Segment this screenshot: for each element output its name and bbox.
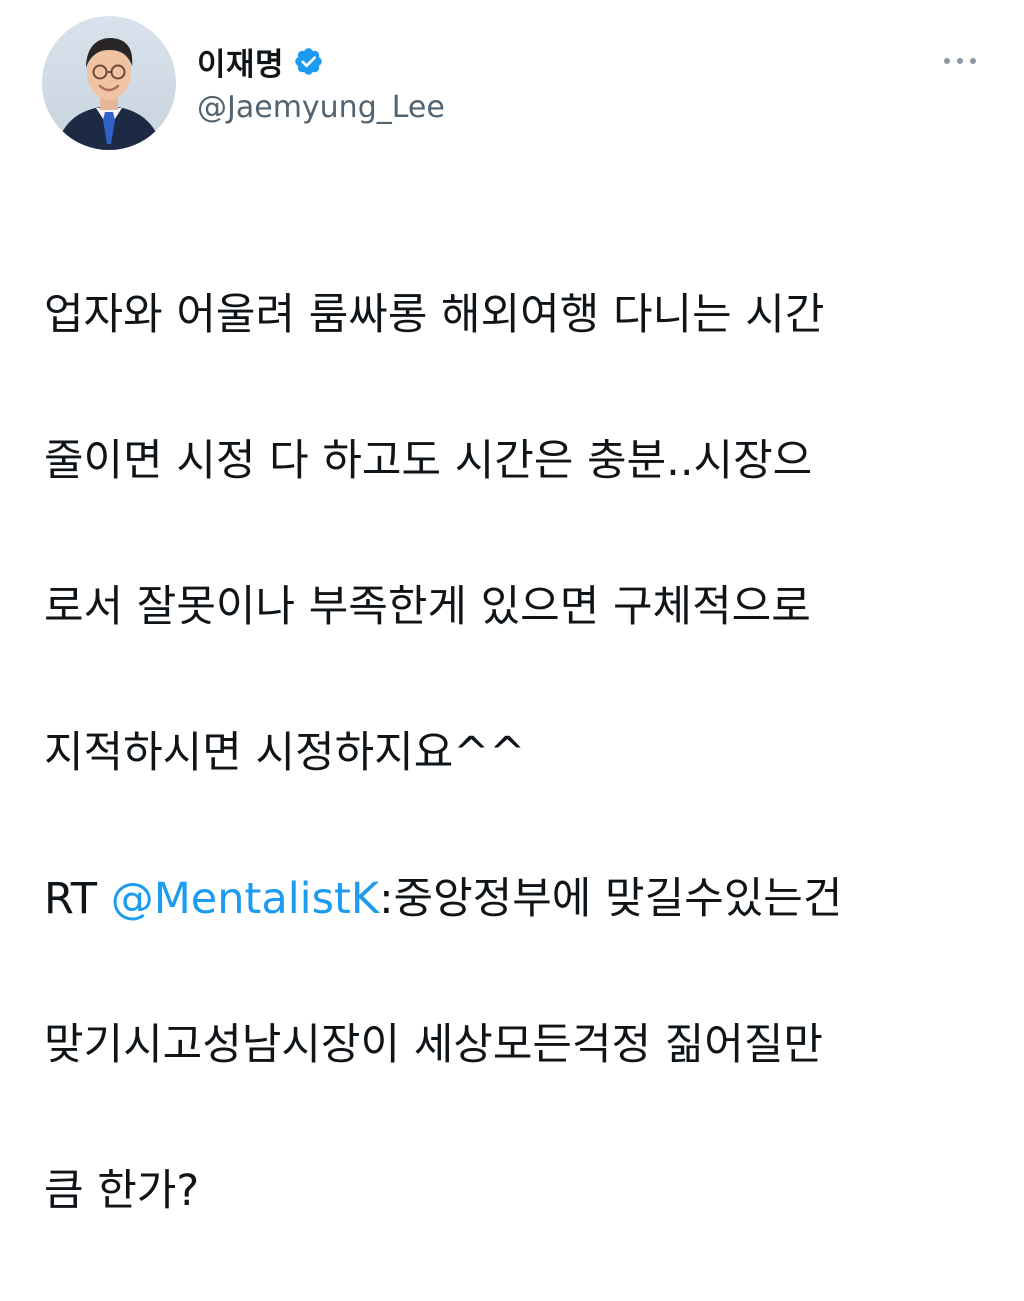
tweet-text-line: 줄이면 시정 다 하고도 시간은 충분..시장으 — [44, 436, 813, 486]
user-handle[interactable]: @Jaemyung_Lee — [197, 90, 445, 125]
tweet-text-line: 큼 한가? — [44, 1166, 200, 1216]
mention-link[interactable]: @MentalistK — [111, 874, 379, 924]
display-name[interactable]: 이재명 — [197, 39, 284, 84]
tweet-text-line: 업자와 어울려 룸싸롱 해외여행 다니는 시간 — [44, 290, 825, 340]
tweet-text-line: 로서 잘못이나 부족한게 있으면 구체적으로 — [44, 582, 811, 632]
avatar[interactable] — [42, 16, 176, 150]
dot — [957, 58, 963, 64]
verified-badge-icon — [295, 47, 322, 75]
retweet-line: RT @MentalistK:중앙정부에 맞길수있는건 — [44, 863, 994, 936]
dot — [970, 58, 976, 64]
dot — [944, 58, 950, 64]
profile-photo — [42, 16, 176, 150]
tweet-card: 이재명 @Jaemyung_Lee 업자와 어울려 룸싸롱 해외여행 다니는 시… — [0, 0, 1024, 1216]
rt-prefix: RT — [44, 874, 111, 924]
tweet-text-line: 맞기시고성남시장이 세상모든걱정 짊어질만 — [44, 1020, 823, 1070]
author-name-row: 이재명 — [197, 38, 324, 84]
rt-text: :중앙정부에 맞길수있는건 — [379, 874, 843, 924]
more-options-icon[interactable] — [936, 44, 984, 78]
